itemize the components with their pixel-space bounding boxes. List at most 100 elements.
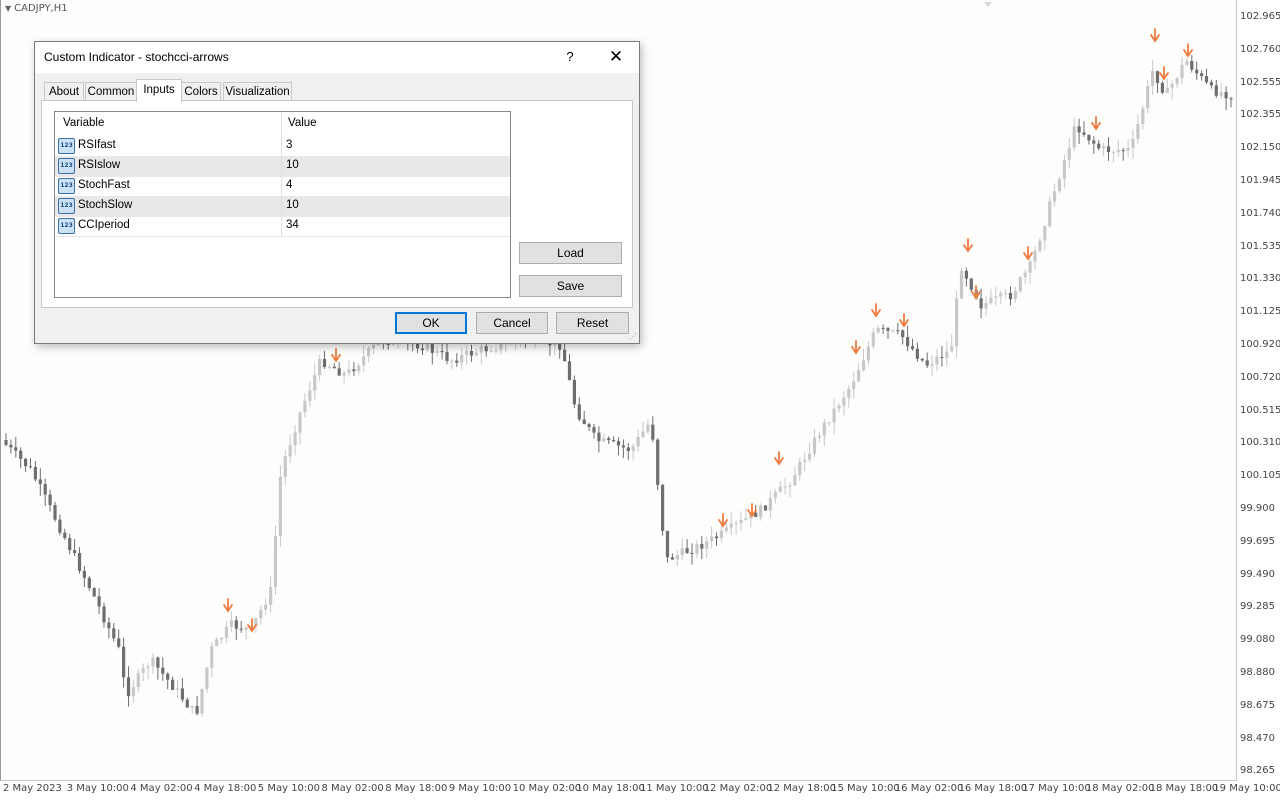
variable-value[interactable]: 10 <box>286 159 299 171</box>
candle-body <box>793 475 797 486</box>
time-tick-label: 10 May 18:00 <box>576 783 645 794</box>
table-row[interactable]: 123 CCIperiod 34 <box>55 216 510 237</box>
dialog-titlebar[interactable]: Custom Indicator - stochcci-arrows ? ✕ <box>35 42 639 73</box>
candle-body <box>269 587 273 605</box>
sell-arrow-icon <box>971 285 981 300</box>
tab-common[interactable]: Common <box>85 82 137 101</box>
variable-value[interactable]: 4 <box>286 179 292 191</box>
variable-value[interactable]: 3 <box>286 139 292 151</box>
candle-body <box>156 657 160 668</box>
time-tick-label: 5 May 10:00 <box>257 783 321 794</box>
candle-body <box>778 486 782 492</box>
ok-button[interactable]: OK <box>395 312 467 334</box>
candle-body <box>1180 64 1184 79</box>
candle-body <box>822 422 826 436</box>
candle-body <box>371 345 376 349</box>
candle-body <box>910 346 915 349</box>
load-button[interactable]: Load <box>519 242 622 264</box>
candle-body <box>636 436 640 447</box>
candle-body <box>293 432 297 446</box>
column-header-variable[interactable]: Variable <box>63 117 104 129</box>
candle-body <box>1053 191 1057 202</box>
price-tick-label: 100.105 <box>1240 470 1280 482</box>
cell-divider <box>281 216 282 236</box>
candle-body <box>852 381 856 389</box>
time-axis[interactable]: 2 May 2023 3 May 10:00 4 May 02:00 4 May 18… <box>0 781 1280 800</box>
price-tick-label: 100.310 <box>1240 437 1280 449</box>
candle-body <box>881 327 885 329</box>
candle-body <box>234 620 238 629</box>
candle-body <box>1102 146 1106 149</box>
variable-name: RSIfast <box>78 139 116 151</box>
table-row[interactable]: 123 StochFast 4 <box>55 176 510 197</box>
tab-inputs[interactable]: Inputs <box>136 79 182 102</box>
candle-body <box>1204 76 1209 83</box>
candle-body <box>425 344 429 351</box>
candle-body <box>788 485 792 487</box>
table-row[interactable]: 123 RSIslow 10 <box>55 156 510 177</box>
cell-divider <box>281 156 282 176</box>
candle-body <box>1170 83 1174 88</box>
candle-body <box>1111 151 1115 153</box>
help-button[interactable]: ? <box>557 46 583 68</box>
candle-body <box>1048 201 1052 227</box>
price-axis[interactable]: 102.965 102.760 102.555 102.355 102.150 101.9… <box>1236 0 1280 780</box>
collapse-triangle-icon[interactable]: ▼ <box>5 4 11 13</box>
column-divider[interactable] <box>281 112 282 136</box>
candle-body <box>1165 87 1169 93</box>
reset-button[interactable]: Reset <box>556 312 629 334</box>
tab-colors[interactable]: Colors <box>181 82 221 101</box>
save-button[interactable]: Save <box>519 275 622 297</box>
tab-visualization[interactable]: Visualization <box>223 82 292 101</box>
candle-body <box>1175 78 1179 84</box>
variable-value[interactable]: 34 <box>286 219 299 231</box>
candle-body <box>1131 138 1135 148</box>
cancel-button[interactable]: Cancel <box>476 312 548 334</box>
candle-body <box>175 688 180 690</box>
candle-body <box>357 365 361 372</box>
candle-body <box>891 330 895 332</box>
candle-body <box>871 332 875 347</box>
candle-body <box>886 328 890 331</box>
candle-body <box>901 330 905 338</box>
time-tick-label: 12 May 18:00 <box>767 783 836 794</box>
candle-body <box>92 588 96 597</box>
candle-body <box>288 445 292 457</box>
candle-body <box>107 622 111 629</box>
candle-body <box>1057 178 1062 192</box>
candle-body <box>710 536 714 542</box>
candle-body <box>1087 134 1091 141</box>
candle-body <box>122 646 126 678</box>
candle-body <box>87 577 91 589</box>
candle-body <box>1097 143 1101 149</box>
candle-body <box>563 349 567 362</box>
table-row[interactable]: 123 StochSlow 10 <box>55 196 510 217</box>
resize-grip-icon[interactable]: ⋰ <box>629 332 637 341</box>
sell-arrow-icon <box>899 313 909 328</box>
candle-body <box>131 687 135 697</box>
custom-indicator-dialog: Custom Indicator - stochcci-arrows ? ✕ A… <box>34 41 640 344</box>
candle-body <box>744 518 748 520</box>
price-tick-label: 99.285 <box>1240 601 1275 613</box>
candle-body <box>141 668 145 674</box>
tab-about[interactable]: About <box>44 82 84 101</box>
candle-body <box>989 297 993 304</box>
symbol-text: CADJPY,H1 <box>14 3 68 14</box>
candle-body <box>641 431 645 437</box>
table-row[interactable]: 123 RSIfast 3 <box>55 136 510 157</box>
sell-arrow-icon <box>774 451 784 466</box>
time-tick-label: 16 May 18:00 <box>958 783 1028 794</box>
candle-body <box>112 628 116 639</box>
column-header-value[interactable]: Value <box>288 117 317 129</box>
candle-body <box>999 293 1003 297</box>
variable-value[interactable]: 10 <box>286 199 299 211</box>
candle-body <box>239 628 243 630</box>
candle-body <box>714 536 719 539</box>
close-button[interactable]: ✕ <box>603 45 629 69</box>
candle-body <box>327 366 331 368</box>
candle-body <box>332 366 336 369</box>
candle-body <box>322 359 327 368</box>
candle-body <box>1106 146 1111 153</box>
candle-body <box>73 550 77 553</box>
candle-body <box>1146 85 1150 109</box>
